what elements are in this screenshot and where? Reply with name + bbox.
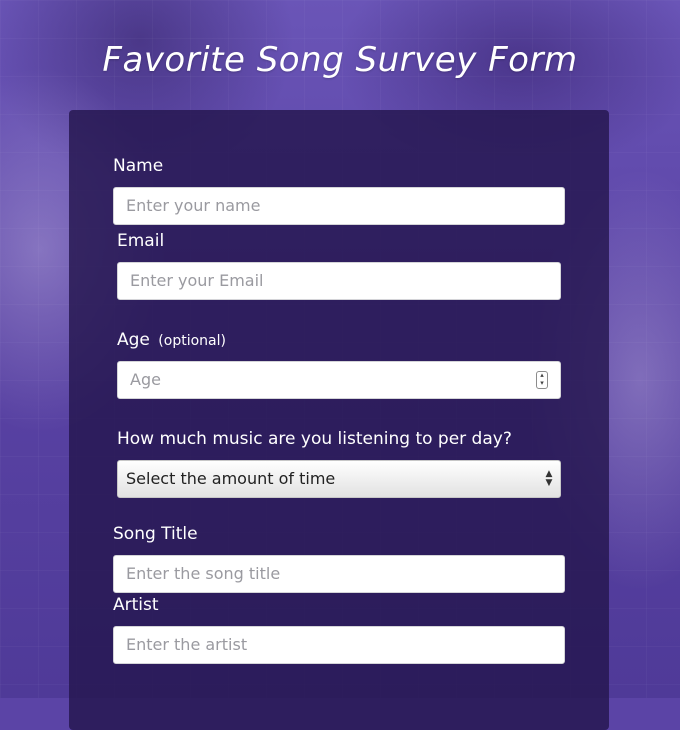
age-optional-note: (optional) [158, 333, 226, 349]
song-title-label: Song Title [113, 524, 198, 544]
artist-input[interactable]: Enter the artist [113, 626, 565, 664]
email-input[interactable]: Enter your Email [117, 262, 561, 300]
listening-selected-value: Select the amount of time [126, 469, 336, 488]
name-label: Name [113, 156, 164, 176]
artist-label: Artist [113, 595, 159, 615]
name-placeholder: Enter your name [126, 196, 261, 215]
number-spinner-icon[interactable]: ▴ ▾ [536, 371, 548, 389]
spinner-down-icon[interactable]: ▾ [537, 380, 547, 388]
listening-time-select[interactable]: Select the amount of time ▲ ▼ [117, 460, 561, 498]
name-input[interactable]: Enter your name [113, 187, 565, 225]
song-title-placeholder: Enter the song title [126, 564, 281, 583]
select-arrows-icon: ▲ ▼ [545, 469, 553, 488]
artist-placeholder: Enter the artist [126, 635, 248, 654]
age-label-text: Age [117, 330, 150, 350]
age-input[interactable]: Age ▴ ▾ [117, 361, 561, 399]
age-placeholder: Age [130, 370, 161, 389]
song-title-input[interactable]: Enter the song title [113, 555, 565, 593]
email-placeholder: Enter your Email [130, 271, 264, 290]
email-label: Email [117, 231, 165, 251]
age-label: Age (optional) [117, 330, 226, 350]
page-title: Favorite Song Survey Form [102, 40, 578, 80]
listening-label: How much music are you listening to per … [117, 429, 512, 449]
